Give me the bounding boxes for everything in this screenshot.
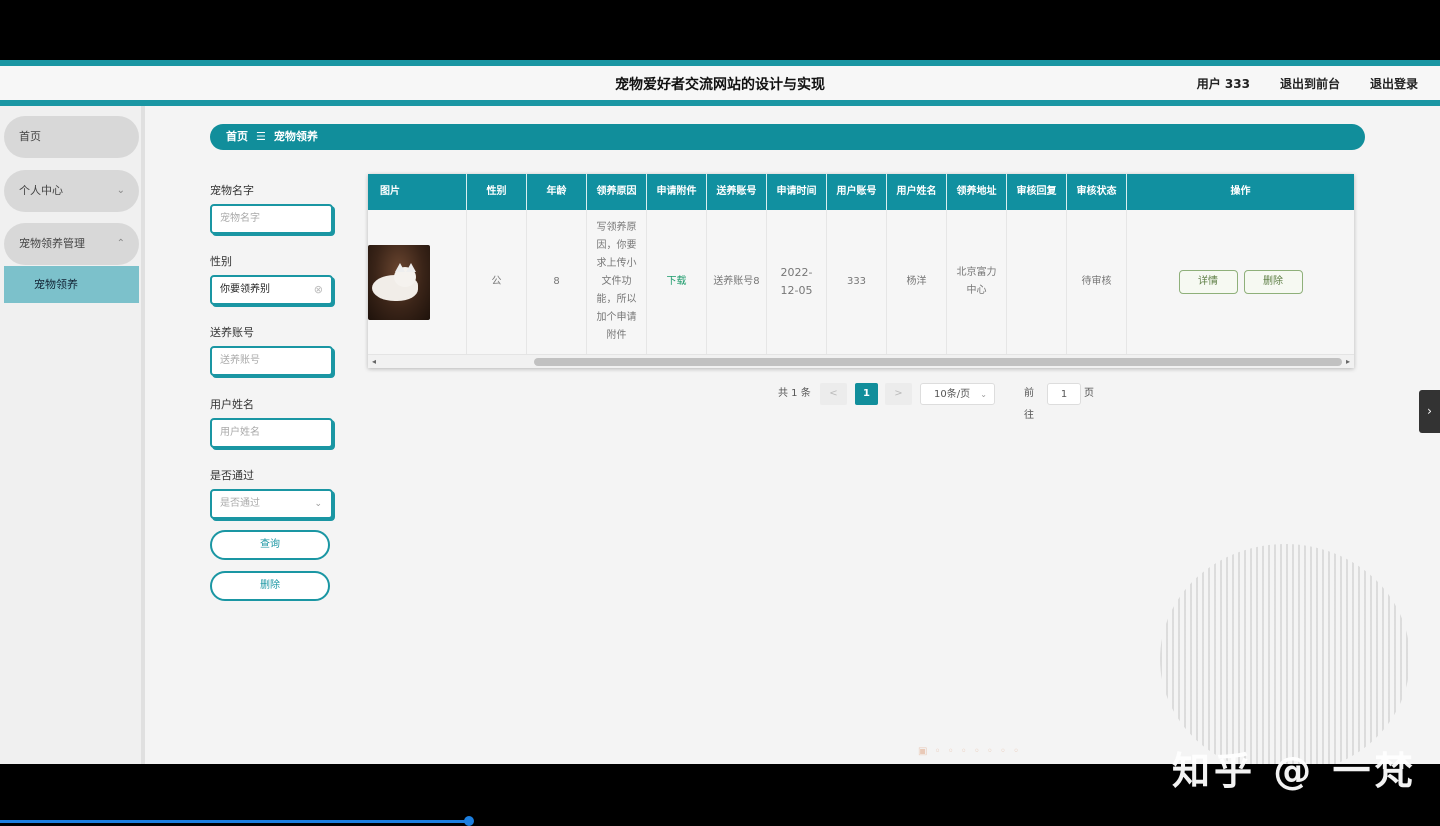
gender-label: 性别 (210, 255, 232, 268)
gender-input[interactable]: 你要领养别 ⊗ (210, 275, 333, 305)
sender-account-label: 送养账号 (210, 326, 254, 339)
total-count: 共 1 条 (778, 388, 811, 399)
ime-toolbar: ▣ ◦ ◦ ◦ ◦ ◦ ◦ ◦ (918, 746, 1021, 757)
user-name-cell: 杨洋 (887, 210, 947, 354)
gender-input-value: 你要领养别 (220, 284, 270, 295)
goto-page-input[interactable]: 1 (1047, 383, 1081, 405)
column-header: 操作 (1230, 186, 1251, 197)
scroll-right-icon[interactable]: ▸ (1346, 355, 1350, 368)
logout-link[interactable]: 退出登录 (1370, 75, 1418, 92)
pet-name-input[interactable]: 宠物名字 (210, 204, 333, 234)
sender-account-input[interactable]: 送养账号 (210, 346, 333, 376)
column-header: 申请时间 (767, 174, 827, 210)
reply-cell (1007, 210, 1067, 354)
column-header: 年龄 (527, 174, 587, 210)
column-header: 领养地址 (947, 174, 1007, 210)
breadcrumb-current: 宠物领养 (273, 130, 318, 143)
time-cell: 2022-12-05 (767, 210, 827, 354)
pet-name-label: 宠物名字 (210, 184, 254, 197)
column-header: 图片 (368, 174, 467, 210)
horizontal-scrollbar[interactable]: ◂ ▸ (368, 354, 1354, 368)
chevron-down-icon: ⌄ (116, 185, 125, 196)
chevron-down-icon: ⌄ (314, 499, 322, 509)
address-cell: 北京富力中心 (947, 210, 1007, 354)
page-suffix: 页 (1084, 388, 1094, 399)
page-size-select[interactable]: 10条/页 ⌄ (920, 383, 995, 405)
user-name-label: 用户姓名 (210, 398, 254, 411)
column-header: 审核回复 (1007, 174, 1067, 210)
page-size-value: 10条/页 (934, 389, 971, 400)
query-button[interactable]: 查询 (210, 530, 330, 560)
watermark-text: 知乎 @ 一梵 (1172, 749, 1417, 793)
detail-button[interactable]: 详情 (1178, 270, 1238, 294)
sidebar-item-label: 个人中心 (19, 184, 63, 197)
adoption-table: 图片 性别 年龄 领养原因 申请附件 送养账号 申请时间 用户账号 用户姓名 领… (368, 174, 1354, 368)
scrollbar-thumb[interactable] (534, 358, 1342, 366)
sender-cell: 送养账号8 (707, 210, 767, 354)
column-header: 申请附件 (647, 174, 707, 210)
column-header: 性别 (467, 174, 527, 210)
pet-image-cell (368, 210, 467, 354)
gender-cell: 公 (467, 210, 527, 354)
next-page-button[interactable]: > (885, 383, 912, 405)
sidebar: 首页 个人中心 ⌄ 宠物领养管理 ⌃ 宠物领养 (0, 106, 145, 764)
video-progress-handle[interactable] (464, 816, 474, 826)
top-bar: 宠物爱好者交流网站的设计与实现 用户 333 退出到前台 退出登录 (0, 60, 1440, 106)
reason-cell: 写领养原因，你要求上传小文件功能，所以加个申请附件 (587, 210, 647, 354)
goto-label: 前往 (1024, 388, 1034, 421)
video-progress-bar[interactable] (0, 820, 470, 823)
decorative-pattern (1160, 544, 1410, 764)
sidebar-item-label: 宠物领养管理 (19, 237, 85, 250)
sidebar-item-home[interactable]: 首页 (4, 116, 139, 158)
age-cell: 8 (527, 210, 587, 354)
approved-select[interactable]: 是否通过 ⌄ (210, 489, 333, 519)
chevron-down-icon: ⌄ (980, 390, 987, 399)
sidebar-item-label: 首页 (19, 130, 41, 143)
chevron-up-icon: ⌃ (116, 238, 125, 249)
approved-select-placeholder: 是否通过 (220, 498, 260, 509)
attachment-cell: 下载 (647, 210, 707, 354)
user-label: 用户 333 (1196, 77, 1250, 91)
sidebar-item-adoption-management[interactable]: 宠物领养管理 ⌃ (4, 223, 139, 265)
user-name-input[interactable]: 用户姓名 (210, 418, 333, 448)
user-account-cell: 333 (827, 210, 887, 354)
prev-page-button[interactable]: < (820, 383, 847, 405)
column-header: 用户姓名 (887, 174, 947, 210)
column-header: 用户账号 (827, 174, 887, 210)
exit-to-front-link[interactable]: 退出到前台 (1280, 75, 1340, 92)
download-link[interactable]: 下载 (667, 273, 687, 291)
column-header: 领养原因 (587, 174, 647, 210)
row-delete-button[interactable]: 删除 (1243, 270, 1303, 294)
clear-icon[interactable]: ⊗ (314, 277, 323, 303)
table-header: 图片 性别 年龄 领养原因 申请附件 送养账号 申请时间 用户账号 用户姓名 领… (368, 174, 1354, 210)
breadcrumb: 首页 ☰ 宠物领养 (210, 124, 1365, 150)
menu-icon: ☰ (256, 130, 266, 143)
column-header: 审核状态 (1067, 174, 1127, 210)
side-expand-tab[interactable]: › (1419, 390, 1440, 433)
current-page[interactable]: 1 (855, 383, 878, 405)
sidebar-subitem-pet-adoption[interactable]: 宠物领养 (4, 266, 139, 303)
status-cell: 待审核 (1067, 210, 1127, 354)
batch-delete-button[interactable]: 删除 (210, 571, 330, 601)
actions-cell: 详情 删除 (1127, 210, 1354, 354)
app-window: 宠物爱好者交流网站的设计与实现 用户 333 退出到前台 退出登录 首页 个人中… (0, 60, 1440, 764)
chevron-right-icon: › (1427, 404, 1432, 418)
sidebar-item-personal-center[interactable]: 个人中心 ⌄ (4, 170, 139, 212)
cat-photo[interactable] (368, 244, 430, 320)
breadcrumb-home[interactable]: 首页 (226, 130, 248, 143)
column-header: 送养账号 (707, 174, 767, 210)
scroll-left-icon[interactable]: ◂ (372, 355, 376, 368)
table-row: 公 8 写领养原因，你要求上传小文件功能，所以加个申请附件 下载 送养账号8 2… (368, 210, 1354, 354)
approved-label: 是否通过 (210, 469, 254, 482)
